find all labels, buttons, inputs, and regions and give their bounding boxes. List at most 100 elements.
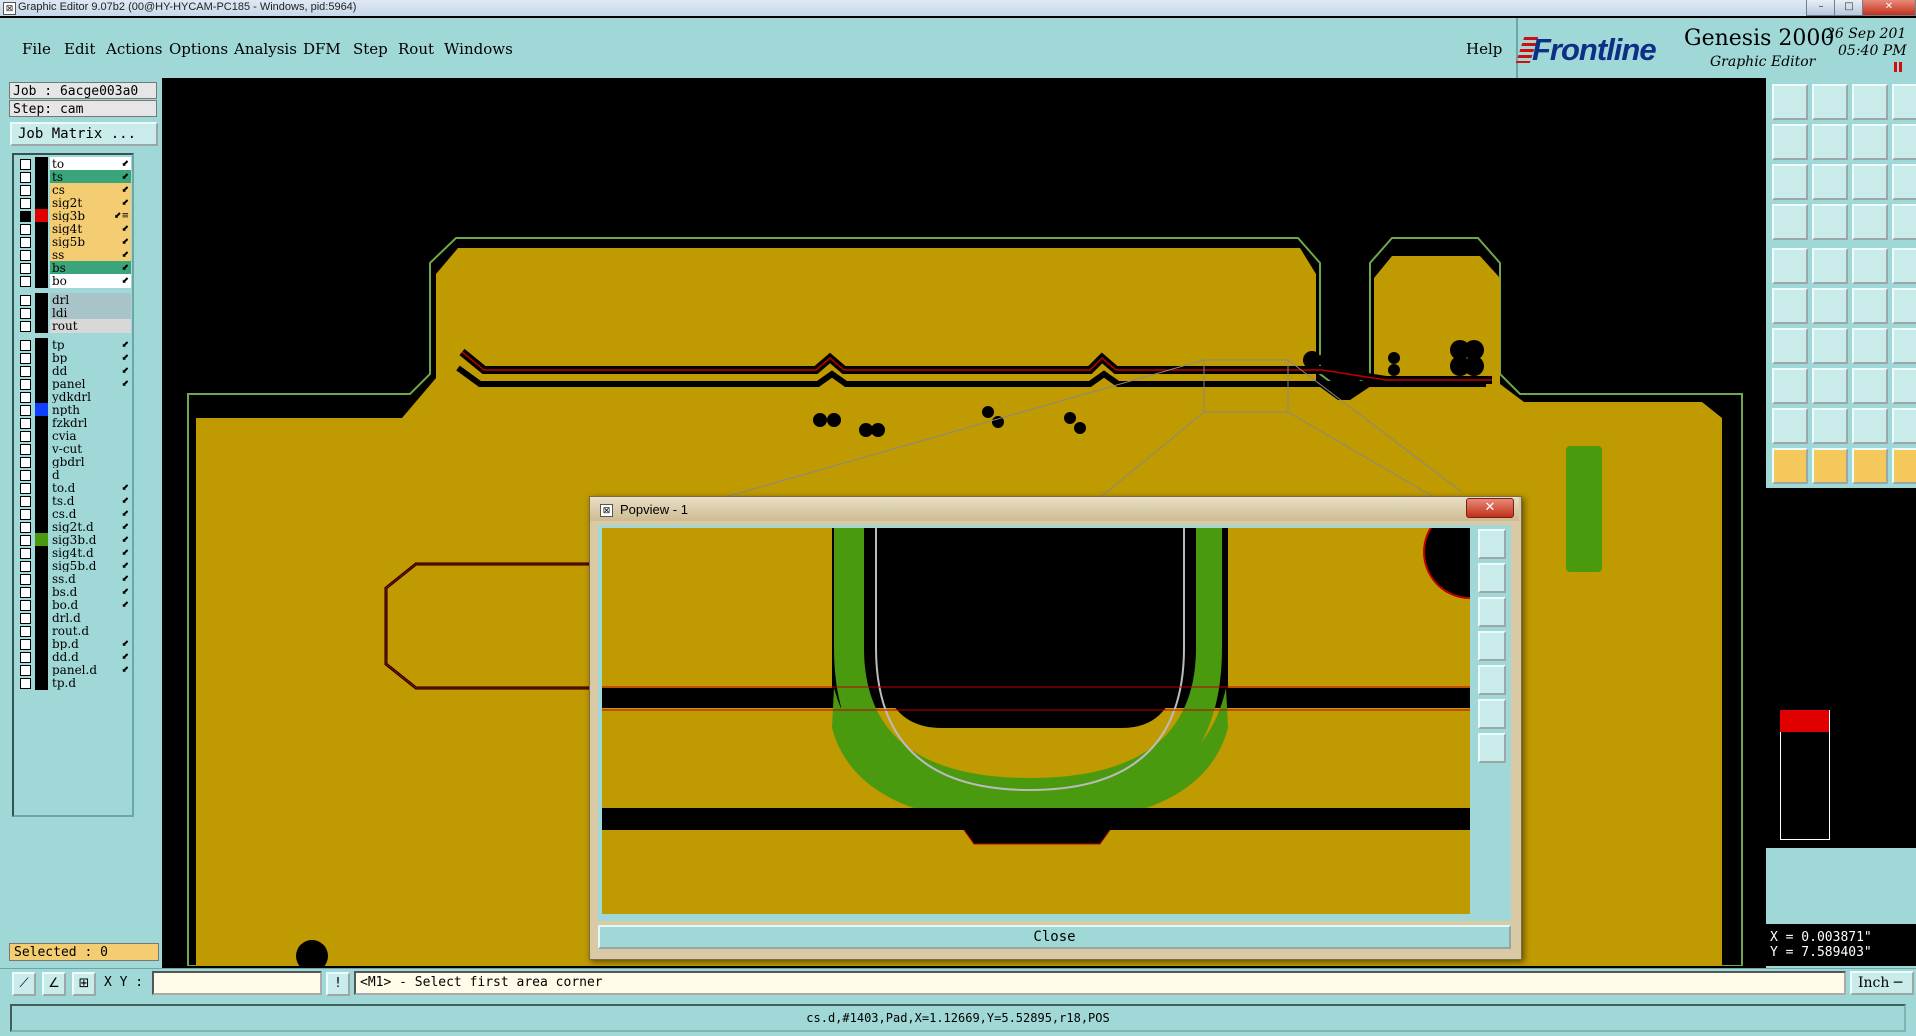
layer-checkbox[interactable]	[20, 587, 31, 598]
layer-row[interactable]: cs.d ⬋	[16, 507, 132, 521]
layer-checkbox[interactable]	[20, 626, 31, 637]
layer-checkbox[interactable]	[20, 522, 31, 533]
layer-checkbox[interactable]	[20, 470, 31, 481]
layer-checkbox[interactable]	[20, 678, 31, 689]
layer-checkbox[interactable]	[20, 418, 31, 429]
toolbar-tool-icon[interactable]	[1892, 124, 1916, 160]
toolbar-tool-icon[interactable]	[1892, 164, 1916, 200]
layer-row[interactable]: rout.d	[16, 624, 132, 638]
layer-row[interactable]: gbdrl	[16, 455, 132, 469]
toolbar-tool-icon[interactable]	[1772, 448, 1808, 484]
toolbar-tool-icon[interactable]	[1772, 328, 1808, 364]
popview-close-icon[interactable]: ✕	[1466, 498, 1514, 518]
layer-row[interactable]: sig5b.d ⬋	[16, 559, 132, 573]
layer-row[interactable]: dd ⬋	[16, 364, 132, 378]
toolbar-tool-icon[interactable]	[1772, 288, 1808, 324]
snap-mode-icon[interactable]: ⟋	[12, 972, 36, 996]
toolbar-tool-icon[interactable]	[1772, 164, 1808, 200]
toolbar-tool-icon[interactable]	[1852, 328, 1888, 364]
popview-titlebar[interactable]: ⊠ Popview - 1 ✕	[590, 497, 1519, 521]
layer-checkbox[interactable]	[20, 172, 31, 183]
toolbar-tool-icon[interactable]	[1852, 288, 1888, 324]
layer-checkbox[interactable]	[20, 379, 31, 390]
layer-row[interactable]: sig2t ⬋	[16, 196, 132, 210]
layer-checkbox[interactable]	[20, 639, 31, 650]
layer-checkbox[interactable]	[20, 483, 31, 494]
grid-snap-icon[interactable]: ⊞	[72, 972, 96, 996]
popview-tool-reset-icon[interactable]	[1478, 733, 1506, 763]
toolbar-tool-icon[interactable]	[1892, 84, 1916, 120]
toolbar-tool-icon[interactable]	[1852, 408, 1888, 444]
layer-row[interactable]: panel ⬋	[16, 377, 132, 391]
layer-checkbox[interactable]	[20, 353, 31, 364]
toolbar-tool-icon[interactable]	[1852, 204, 1888, 240]
layer-row[interactable]: bs ⬋	[16, 261, 132, 275]
layer-checkbox[interactable]	[20, 548, 31, 559]
close-button[interactable]: ✕	[1862, 0, 1916, 16]
layer-row[interactable]: v-cut	[16, 442, 132, 456]
menu-dfm[interactable]: DFM	[303, 40, 341, 58]
layer-row[interactable]: drl	[16, 293, 132, 307]
toolbar-tool-icon[interactable]	[1852, 164, 1888, 200]
toolbar-tool-icon[interactable]	[1772, 84, 1808, 120]
layer-checkbox[interactable]	[20, 198, 31, 209]
layer-row[interactable]: bs.d ⬋	[16, 585, 132, 599]
layer-checkbox[interactable]	[20, 211, 31, 222]
layer-row[interactable]: ydkdrl	[16, 390, 132, 404]
toolbar-tool-icon[interactable]	[1772, 204, 1808, 240]
layer-row[interactable]: tp ⬋	[16, 338, 132, 352]
popview-tool-up-icon[interactable]	[1478, 563, 1506, 593]
layer-row[interactable]: drl.d	[16, 611, 132, 625]
layer-row[interactable]: fzkdrl	[16, 416, 132, 430]
layer-checkbox[interactable]	[20, 392, 31, 403]
layer-checkbox[interactable]	[20, 405, 31, 416]
layer-checkbox[interactable]	[20, 535, 31, 546]
toolbar-tool-icon[interactable]	[1812, 448, 1848, 484]
layer-checkbox[interactable]	[20, 652, 31, 663]
layer-checkbox[interactable]	[20, 444, 31, 455]
maximize-button[interactable]: □	[1834, 0, 1864, 16]
layer-checkbox[interactable]	[20, 366, 31, 377]
layer-row[interactable]: bo ⬋	[16, 274, 132, 288]
toolbar-tool-icon[interactable]	[1852, 248, 1888, 284]
layer-row[interactable]: dd.d ⬋	[16, 650, 132, 664]
popview-tool-fit-icon[interactable]	[1478, 699, 1506, 729]
toolbar-tool-icon[interactable]	[1852, 368, 1888, 404]
layer-row[interactable]: npth	[16, 403, 132, 417]
toolbar-tool-icon[interactable]	[1892, 288, 1916, 324]
toolbar-tool-icon[interactable]	[1812, 84, 1848, 120]
layer-checkbox[interactable]	[20, 308, 31, 319]
job-matrix-button[interactable]: Job Matrix ...	[10, 122, 158, 146]
toolbar-tool-icon[interactable]	[1812, 368, 1848, 404]
toolbar-tool-icon[interactable]	[1772, 248, 1808, 284]
layer-checkbox[interactable]	[20, 159, 31, 170]
layer-checkbox[interactable]	[20, 496, 31, 507]
minimize-button[interactable]: –	[1806, 0, 1836, 16]
layer-row[interactable]: bp ⬋	[16, 351, 132, 365]
toolbar-tool-icon[interactable]	[1812, 328, 1848, 364]
menu-actions[interactable]: Actions	[106, 40, 162, 58]
toolbar-tool-icon[interactable]	[1892, 448, 1916, 484]
toolbar-tool-icon[interactable]	[1812, 408, 1848, 444]
layer-checkbox[interactable]	[20, 574, 31, 585]
menu-windows[interactable]: Windows	[444, 40, 513, 58]
popview-drawing[interactable]	[602, 528, 1470, 914]
popview-close-button[interactable]: Close	[598, 925, 1511, 949]
layer-checkbox[interactable]	[20, 185, 31, 196]
layer-row[interactable]: sig3b ⬋≡	[16, 209, 132, 223]
layer-checkbox[interactable]	[20, 509, 31, 520]
menu-options[interactable]: Options	[169, 40, 228, 58]
layer-checkbox[interactable]	[20, 321, 31, 332]
layer-checkbox[interactable]	[20, 665, 31, 676]
layer-row[interactable]: sig5b ⬋	[16, 235, 132, 249]
layer-row[interactable]: sig4t ⬋	[16, 222, 132, 236]
popview-tool-zoom-icon[interactable]	[1478, 529, 1506, 559]
layer-checkbox[interactable]	[20, 263, 31, 274]
layer-checkbox[interactable]	[20, 250, 31, 261]
layer-row[interactable]: rout	[16, 319, 132, 333]
layer-row[interactable]: to.d ⬋	[16, 481, 132, 495]
layer-row[interactable]: sig3b.d ⬋	[16, 533, 132, 547]
layer-row[interactable]: cs ⬋	[16, 183, 132, 197]
layer-row[interactable]: sig4t.d ⬋	[16, 546, 132, 560]
toolbar-tool-icon[interactable]	[1772, 408, 1808, 444]
